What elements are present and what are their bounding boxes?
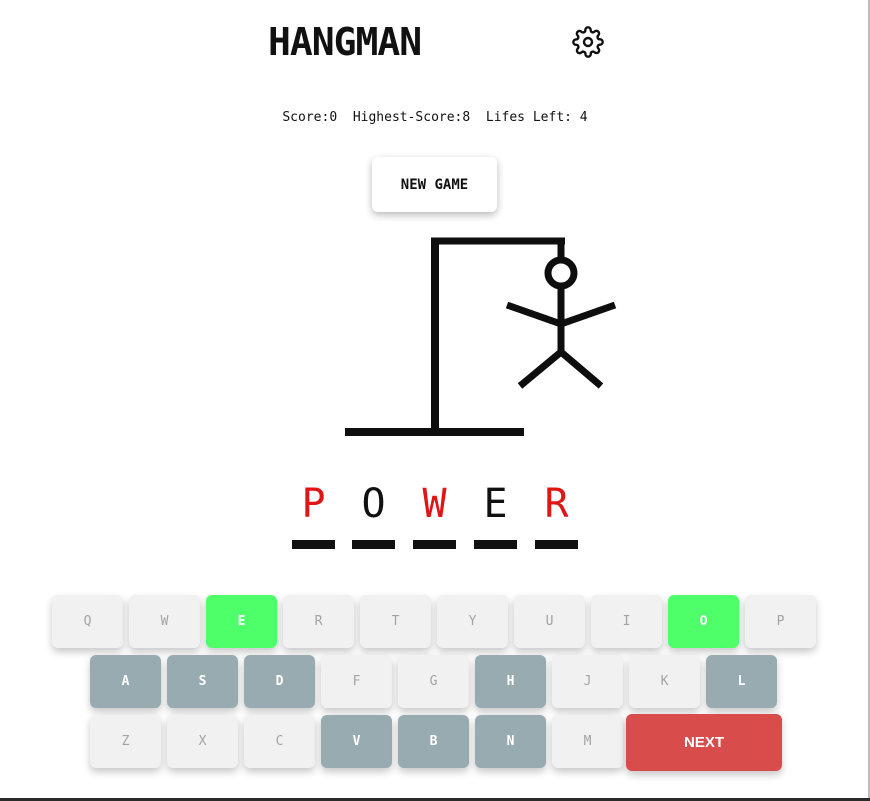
key-i[interactable]: I <box>591 595 662 648</box>
letter-underline <box>413 540 456 549</box>
key-j[interactable]: J <box>552 655 623 708</box>
letter-underline <box>352 540 395 549</box>
key-t[interactable]: T <box>360 595 431 648</box>
key-d[interactable]: D <box>244 655 315 708</box>
letter-slot: W <box>413 478 456 550</box>
letter-underline <box>535 540 578 549</box>
letter-slot: R <box>535 478 578 550</box>
key-f[interactable]: F <box>321 655 392 708</box>
key-m[interactable]: M <box>552 715 623 768</box>
key-g[interactable]: G <box>398 655 469 708</box>
next-button[interactable]: NEXT <box>626 714 782 771</box>
letter-underline <box>474 540 517 549</box>
key-k[interactable]: K <box>629 655 700 708</box>
letter-slot: O <box>352 478 395 550</box>
key-z[interactable]: Z <box>90 715 161 768</box>
key-r[interactable]: R <box>283 595 354 648</box>
new-game-button[interactable]: NEW GAME <box>372 157 497 212</box>
key-p[interactable]: P <box>745 595 816 648</box>
key-s[interactable]: S <box>167 655 238 708</box>
letter-char: O <box>361 481 386 527</box>
hangman-left-leg <box>517 349 564 389</box>
lives-left-text: Lifes Left: 4 <box>485 110 588 125</box>
score-text: Score:0 <box>282 110 338 125</box>
key-v[interactable]: V <box>321 715 392 768</box>
key-x[interactable]: X <box>167 715 238 768</box>
key-n[interactable]: N <box>475 715 546 768</box>
key-c[interactable]: C <box>244 715 315 768</box>
hangman-right-leg <box>558 349 604 389</box>
key-e[interactable]: E <box>206 595 277 648</box>
game-title: HANGMAN <box>268 20 422 64</box>
gear-icon[interactable] <box>572 26 604 58</box>
letter-char: W <box>422 481 447 527</box>
key-w[interactable]: W <box>129 595 200 648</box>
letter-slot: P <box>292 478 335 550</box>
hangman-left-arm <box>505 301 563 328</box>
letter-underline <box>292 540 335 549</box>
key-a[interactable]: A <box>90 655 161 708</box>
key-b[interactable]: B <box>398 715 469 768</box>
key-q[interactable]: Q <box>52 595 123 648</box>
key-o[interactable]: O <box>668 595 739 648</box>
letter-slot: E <box>474 478 517 550</box>
letter-char: R <box>544 481 569 527</box>
key-y[interactable]: Y <box>437 595 508 648</box>
hangman-head <box>544 256 578 290</box>
hangman-right-arm <box>559 301 617 328</box>
hangman-drawing <box>345 237 617 436</box>
key-l[interactable]: L <box>706 655 777 708</box>
key-u[interactable]: U <box>514 595 585 648</box>
highest-score-text: Highest-Score:8 <box>352 110 471 125</box>
letter-char: P <box>301 481 326 527</box>
key-h[interactable]: H <box>475 655 546 708</box>
score-bar: Score:0 Highest-Score:8 Lifes Left: 4 <box>0 110 870 125</box>
letter-char: E <box>483 481 508 527</box>
